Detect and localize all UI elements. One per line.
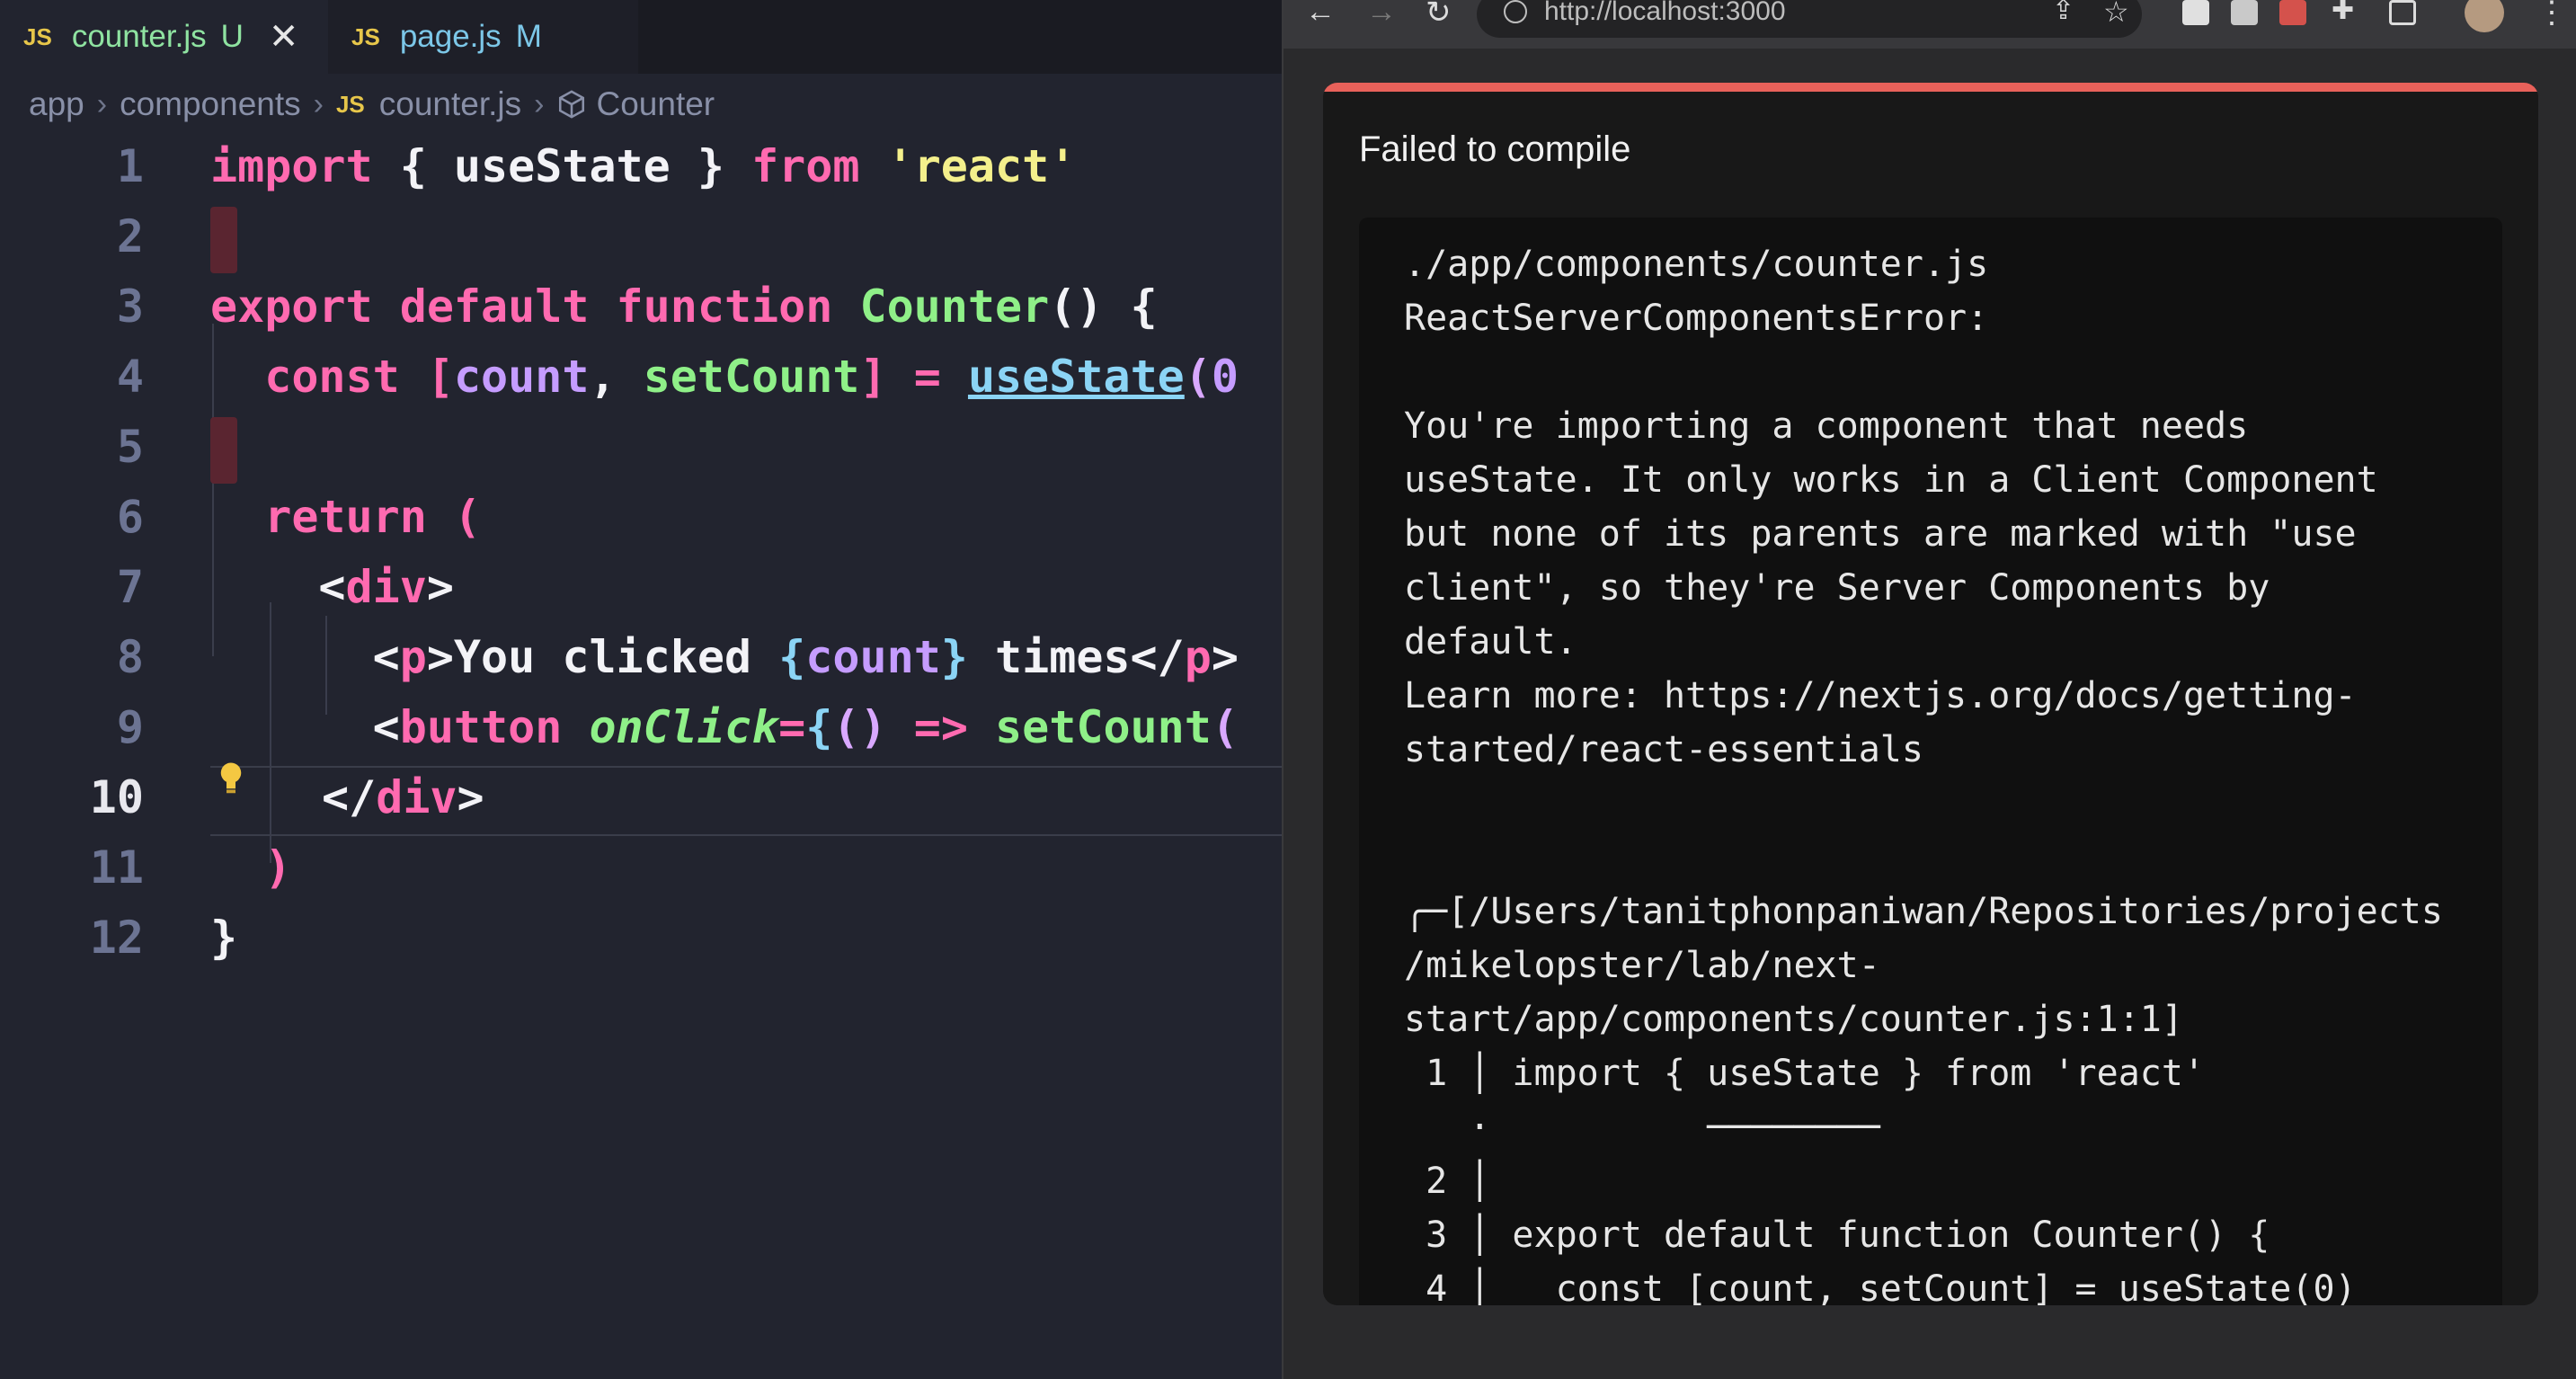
tab-label: page.js [399, 19, 502, 54]
extension-red-icon[interactable] [2279, 0, 2306, 25]
line-number: 9 [116, 701, 144, 753]
side-panel-icon[interactable] [2389, 0, 2416, 25]
line-number: 1 [116, 140, 144, 192]
code-text: export default function Counter() { [210, 280, 1158, 333]
breadcrumb-item-app[interactable]: app [29, 85, 84, 123]
code-line: 1 import { useState } from 'react' [0, 135, 1282, 205]
close-icon[interactable]: ✕ [269, 16, 299, 58]
javascript-file-icon: JS [335, 90, 365, 118]
tab-label: counter.js [71, 19, 207, 54]
code-line: 11 ) [0, 836, 1282, 906]
code-line: 9 <button onClick={() => setCount( [0, 696, 1282, 766]
code-text: import { useState } from 'react' [210, 140, 1077, 192]
browser-toolbar: ← → ↻ http://localhost:3000 ⇪ ☆ ✚ ⋮ [1284, 0, 2576, 49]
code-line: 4 const [count, setCount] = useState(0 [0, 345, 1282, 415]
line-number: 2 [116, 210, 144, 262]
error-overlay: Failed to compile ./app/components/count… [1323, 83, 2538, 1305]
code-text: ) [264, 841, 292, 894]
back-arrow-icon[interactable]: ← [1305, 0, 1336, 30]
breadcrumb-item-file[interactable]: counter.js [379, 85, 521, 123]
error-details: ./app/components/counter.js ReactServerC… [1359, 218, 2502, 1305]
code-text: return ( [264, 491, 482, 543]
code-line-current: 10 </div> [0, 762, 1282, 836]
line-number: 11 [89, 841, 144, 894]
editor-tab-bar: JS counter.js U ✕ JS page.js M [0, 0, 1282, 74]
error-accent-bar [1323, 83, 2538, 92]
share-icon[interactable]: ⇪ [2052, 0, 2074, 26]
chevron-right-icon: › [534, 86, 545, 121]
javascript-file-icon: JS [351, 22, 380, 50]
more-menu-icon[interactable]: ⋮ [2536, 0, 2567, 31]
code-text: <p>You clicked {count} times</p> [210, 631, 1239, 683]
code-line: 12 } [0, 906, 1282, 976]
extension-icon[interactable] [2182, 0, 2209, 25]
code-line: 8 <p>You clicked {count} times</p> [0, 626, 1282, 696]
breadcrumb-item-symbol[interactable]: Counter [596, 85, 715, 123]
code-text: } [210, 912, 238, 964]
modified-status-badge: M [515, 19, 542, 54]
error-message: ./app/components/counter.js ReactServerC… [1404, 244, 2443, 1305]
code-editor[interactable]: JS counter.js U ✕ JS page.js M app › com… [0, 0, 1282, 1379]
extension-glasses-icon[interactable] [2231, 0, 2258, 25]
symbol-cube-icon [559, 90, 585, 119]
error-title: Failed to compile [1359, 129, 1631, 169]
code-line: 3 export default function Counter() { [0, 275, 1282, 345]
code-line: 7 <div> [0, 556, 1282, 626]
javascript-file-icon: JS [23, 22, 52, 50]
puzzle-extensions-icon[interactable]: ✚ [2332, 0, 2354, 26]
line-number: 3 [116, 280, 144, 333]
line-number: 6 [116, 491, 144, 543]
breadcrumb: app › components › JS counter.js › Count… [29, 79, 715, 129]
code-text: </div> [322, 771, 484, 823]
bookmark-star-icon[interactable]: ☆ [2103, 0, 2129, 29]
code-line: 6 return ( [0, 485, 1282, 556]
diff-marker [210, 417, 237, 484]
browser-window: ← → ↻ http://localhost:3000 ⇪ ☆ ✚ ⋮ Fail… [1282, 0, 2576, 1379]
diff-marker [210, 207, 237, 273]
reload-icon[interactable]: ↻ [1426, 0, 1452, 31]
untracked-status-badge: U [220, 19, 244, 54]
breadcrumb-item-components[interactable]: components [120, 85, 301, 123]
line-number: 5 [116, 421, 144, 473]
line-number: 7 [116, 561, 144, 613]
chevron-right-icon: › [96, 86, 108, 121]
lightbulb-icon[interactable] [218, 761, 244, 796]
url-text[interactable]: http://localhost:3000 [1544, 0, 1786, 27]
line-number: 8 [116, 631, 144, 683]
forward-arrow-icon[interactable]: → [1366, 0, 1397, 30]
line-number: 10 [89, 771, 144, 823]
line-number: 12 [89, 912, 144, 964]
code-text: <button onClick={() => setCount( [210, 701, 1239, 753]
line-number: 4 [116, 351, 144, 403]
tab-page-js[interactable]: JS page.js M [328, 0, 638, 74]
code-text: <div> [210, 561, 454, 613]
chevron-right-icon: › [313, 86, 324, 121]
code-line: 5 [0, 415, 1282, 485]
avatar[interactable] [2465, 0, 2504, 32]
site-info-icon[interactable] [1504, 0, 1527, 23]
tab-counter-js[interactable]: JS counter.js U ✕ [0, 0, 328, 74]
code-text: const [count, setCount] = useState(0 [264, 351, 1239, 403]
code-line: 2 [0, 205, 1282, 275]
